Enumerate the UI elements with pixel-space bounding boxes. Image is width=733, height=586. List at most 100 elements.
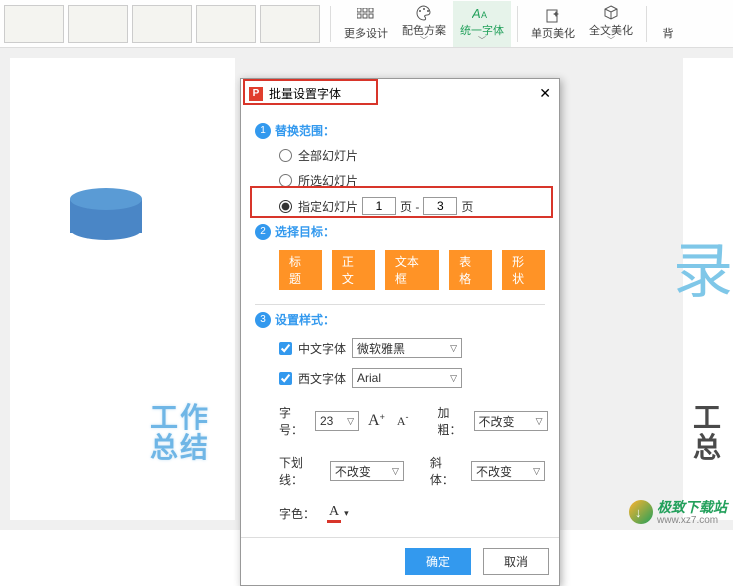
chevron-down-icon: ﹀ [582,38,640,44]
slide-text[interactable]: 工作总结 [150,403,210,463]
bold-label: 加粗： [438,404,462,438]
step2-header: 2 选择目标： [255,223,545,240]
option-specify-slides[interactable]: 指定幻灯片 页 - 页 [279,197,545,215]
dialog-title: 批量设置字体 [269,85,341,102]
target-tags: 标题 正文 文本框 表格 形状 [279,250,545,290]
size-label: 字号： [279,404,303,438]
chevron-down-icon: ▽ [450,373,457,384]
chevron-down-icon: ▽ [347,416,354,427]
dialog-titlebar[interactable]: P 批量设置字体 ✕ [241,79,559,108]
ribbon-toolbar: 更多设计 配色方案 ﹀ AA 统一字体 ﹀ 单页美化 全文美化 ﹀ 背 [0,0,733,48]
separator [646,6,647,42]
font-color-icon: A [327,504,341,523]
tag-shape[interactable]: 形状 [502,250,545,290]
cn-font-checkbox[interactable] [279,342,292,355]
template-thumb[interactable] [68,5,128,43]
radio-range[interactable] [279,200,292,213]
step-label: 替换范围： [275,122,335,139]
slide-canvas[interactable]: 工作总结 [10,58,235,520]
chevron-down-icon: ▽ [450,343,457,354]
option-label: 所选幻灯片 [298,172,358,189]
italic-combo[interactable]: 不改变 ▽ [471,461,545,481]
template-thumbnails [0,1,324,47]
radio-selected[interactable] [279,174,292,187]
cn-font-combo[interactable]: 微软雅黑 ▽ [352,338,462,358]
full-beautify-button[interactable]: 全文美化 ﹀ [582,1,640,47]
field-label: 中文字体 [298,340,346,357]
ok-button[interactable]: 确定 [405,548,471,575]
step-badge: 2 [255,224,271,240]
tag-table[interactable]: 表格 [449,250,492,290]
watermark-name: 极致下载站 [657,499,727,515]
cn-font-row: 中文字体 微软雅黑 ▽ [279,338,545,358]
bold-combo[interactable]: 不改变 ▽ [474,411,548,431]
dialog-footer: 确定 取消 [241,537,559,585]
svg-text:A: A [481,10,487,20]
tag-body[interactable]: 正文 [332,250,375,290]
chevron-down-icon: ▽ [536,416,543,427]
back-button[interactable]: 背 [653,1,683,47]
color-label: 字色： [279,505,315,522]
unify-font-button[interactable]: AA 统一字体 ﹀ [453,1,511,47]
watermark-icon: ↓ [629,500,653,524]
chevron-down-icon: ▽ [392,466,399,477]
chevron-down-icon: ﹀ [395,38,453,44]
watermark: ↓ 极致下载站 www.xz7.com [629,497,727,526]
close-icon[interactable]: ✕ [539,85,551,102]
separator [330,6,331,42]
step-label: 设置样式： [275,311,335,328]
underline-label: 下划线： [279,454,318,488]
italic-label: 斜体： [430,454,459,488]
option-all-slides[interactable]: 全部幻灯片 [279,147,545,164]
page-sparkle-icon [543,7,563,25]
font-color-button[interactable]: A ▾ [327,504,349,523]
page-unit-label: 页 [461,198,473,215]
underline-italic-row: 下划线： 不改变 ▽ 斜体： 不改变 ▽ [279,454,545,488]
option-label: 指定幻灯片 [298,198,358,215]
chevron-down-icon: ﹀ [453,38,511,44]
radio-all[interactable] [279,149,292,162]
slide-canvas-right[interactable]: 录 工总 [683,58,733,520]
svg-text:A: A [472,6,481,21]
size-combo[interactable]: 23 ▽ [315,411,359,431]
combo-value: Arial [357,371,444,385]
template-thumb[interactable] [132,5,192,43]
more-design-button[interactable]: 更多设计 [337,1,395,47]
app-p-icon: P [249,87,263,101]
template-thumb[interactable] [260,5,320,43]
underline-combo[interactable]: 不改变 ▽ [330,461,404,481]
option-selected-slides[interactable]: 所选幻灯片 [279,172,545,189]
color-scheme-button[interactable]: 配色方案 ﹀ [395,1,453,47]
template-thumb[interactable] [196,5,256,43]
decrease-font-icon[interactable]: A- [394,414,412,429]
tag-title[interactable]: 标题 [279,250,322,290]
cancel-button[interactable]: 取消 [483,548,549,575]
step1-header: 1 替换范围： [255,122,545,139]
tool-label: 背 [663,25,674,41]
combo-value: 微软雅黑 [357,340,444,357]
palette-icon [414,4,434,22]
chevron-down-icon: ▽ [533,466,540,477]
chevron-down-icon: ▾ [344,508,349,519]
partial-icon [658,7,678,25]
step-badge: 3 [255,312,271,328]
cube-icon [601,4,621,22]
tool-label: 单页美化 [531,25,575,41]
combo-value: 不改变 [335,463,386,480]
page-from-input[interactable] [362,197,396,215]
template-thumb[interactable] [4,5,64,43]
tool-label: 更多设计 [344,25,388,41]
cylinder-shape[interactable] [70,188,142,240]
watermark-url: www.xz7.com [657,515,727,526]
tag-textbox[interactable]: 文本框 [385,250,439,290]
step-badge: 1 [255,123,271,139]
combo-value: 不改变 [479,413,530,430]
color-row: 字色： A ▾ [279,504,545,523]
en-font-combo[interactable]: Arial ▽ [352,368,462,388]
step-label: 选择目标： [275,223,335,240]
increase-font-icon[interactable]: A+ [365,412,388,430]
en-font-checkbox[interactable] [279,372,292,385]
single-beautify-button[interactable]: 单页美化 [524,1,582,47]
page-to-input[interactable] [423,197,457,215]
option-label: 全部幻灯片 [298,147,358,164]
